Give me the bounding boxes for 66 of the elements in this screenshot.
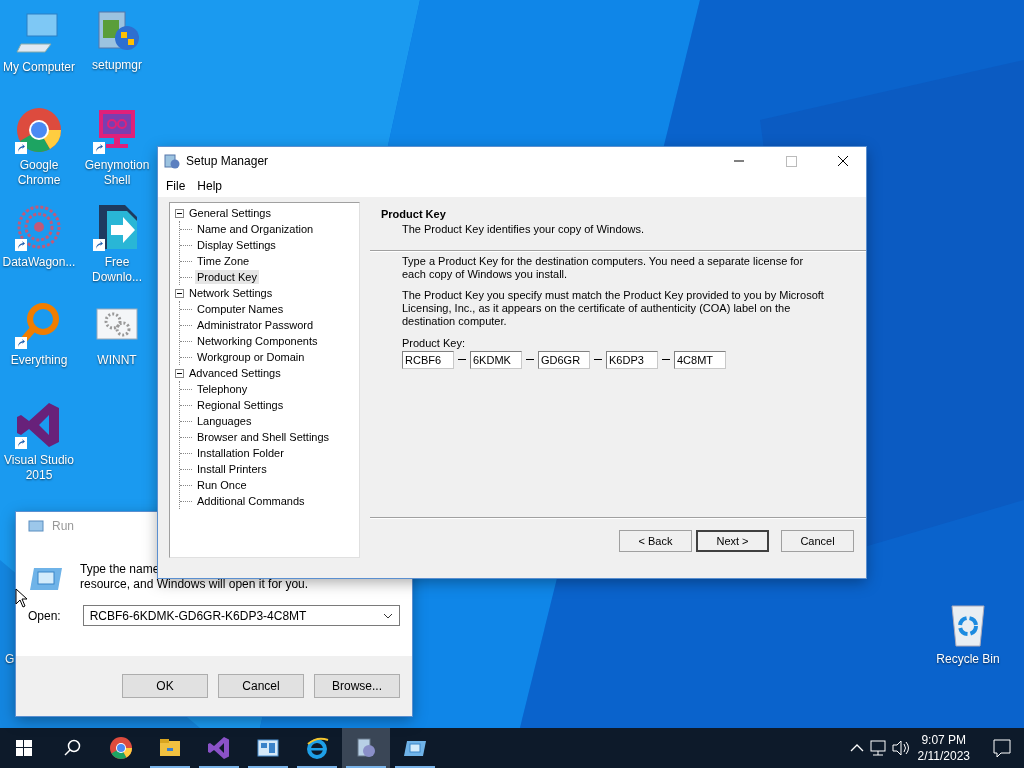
description-text: Type a Product Key for the destination computers. You need a separate license for each copy of Windows you install.: [402, 255, 805, 281]
icon-label: G: [4, 652, 15, 667]
icon-label: Recycle Bin: [935, 652, 1001, 667]
collapse-icon[interactable]: [175, 368, 184, 378]
tree-item[interactable]: Computer Names: [195, 302, 286, 316]
tree-item[interactable]: Display Settings: [195, 238, 278, 252]
taskbar-app[interactable]: [342, 728, 390, 768]
tree-item[interactable]: Workgroup or Domain: [195, 350, 307, 364]
key-field[interactable]: RCBF6: [402, 351, 454, 369]
icon-label: setupmgr: [91, 58, 143, 73]
tree-item[interactable]: Networking Components: [195, 334, 320, 348]
browser-icon[interactable]: [305, 736, 329, 760]
dash-icon: [594, 359, 602, 361]
instruction-text: resource, and Windows will open it for you.: [80, 577, 309, 592]
dash-icon: [526, 359, 534, 361]
wizard-button[interactable]: Next >: [696, 530, 769, 552]
wizard-button[interactable]: Cancel: [781, 530, 854, 552]
collapse-icon[interactable]: [175, 208, 184, 218]
menu-item[interactable]: File: [160, 179, 192, 193]
window-icon[interactable]: [256, 736, 280, 760]
icon-label: DataWagon...: [2, 255, 76, 270]
page-subtitle: The Product Key identifies your copy of Windows.: [401, 223, 646, 235]
window-title: Run: [52, 519, 74, 533]
key-field[interactable]: 6KDMK: [470, 351, 522, 369]
tree-item[interactable]: Time Zone: [195, 254, 252, 268]
run-icon: [30, 566, 62, 592]
window-title: Setup Manager: [186, 154, 270, 168]
icon-label: Everything: [9, 353, 69, 368]
tree-item[interactable]: Administrator Password: [195, 318, 316, 332]
collapse-icon[interactable]: [175, 288, 184, 298]
setup-box-icon[interactable]: [354, 736, 378, 760]
tree-item[interactable]: Install Printers: [195, 462, 269, 476]
key-field[interactable]: 4C8MT: [674, 351, 726, 369]
icon-label: Google Chrome: [16, 158, 62, 188]
page-title: Product Key: [381, 208, 447, 220]
icon-label: WINNT: [96, 353, 138, 368]
flower-icon[interactable]: [15, 203, 63, 251]
tree-item[interactable]: Installation Folder: [195, 446, 286, 460]
tree-item[interactable]: Advanced Settings: [187, 366, 283, 380]
tree-item[interactable]: Regional Settings: [195, 398, 286, 412]
tree-item[interactable]: Languages: [195, 414, 254, 428]
tree-item[interactable]: Browser and Shell Settings: [195, 430, 332, 444]
tree-item[interactable]: Product Key: [195, 270, 259, 284]
chrome-icon[interactable]: [109, 736, 133, 760]
open-label: Open:: [28, 608, 61, 623]
tree-item[interactable]: Network Settings: [187, 286, 275, 300]
dash-icon: [662, 359, 670, 361]
tree-item[interactable]: Additional Commands: [195, 494, 307, 508]
icon-label: Free Downlo...: [91, 255, 143, 285]
key-field[interactable]: GD6GR: [538, 351, 590, 369]
tree-item[interactable]: Name and Organization: [195, 222, 316, 236]
tree-item[interactable]: Telephony: [195, 382, 250, 396]
dash-icon: [458, 359, 466, 361]
tree-item[interactable]: General Settings: [187, 206, 273, 220]
clock[interactable]: 9:07 PM 2/11/2023: [911, 732, 976, 764]
description-text: The Product Key you specify must match the Product Key provided to you by Microsoft Licensing, Inc., as it appears on the certificate of authenticity (COA) label on the destination computer.: [402, 289, 825, 328]
run-icon: [28, 520, 44, 532]
icon-label: Genymotion Shell: [83, 158, 151, 188]
app-icon: [164, 153, 180, 169]
icon-label: My Computer: [2, 60, 76, 75]
icon-label: Visual Studio 2015: [3, 453, 75, 483]
key-field[interactable]: K6DP3: [606, 351, 658, 369]
product-key-label: Product Key:: [402, 337, 466, 349]
wizard-button[interactable]: < Back: [619, 530, 692, 552]
tree-item[interactable]: Run Once: [195, 478, 249, 492]
menu-item[interactable]: Help: [191, 179, 229, 193]
